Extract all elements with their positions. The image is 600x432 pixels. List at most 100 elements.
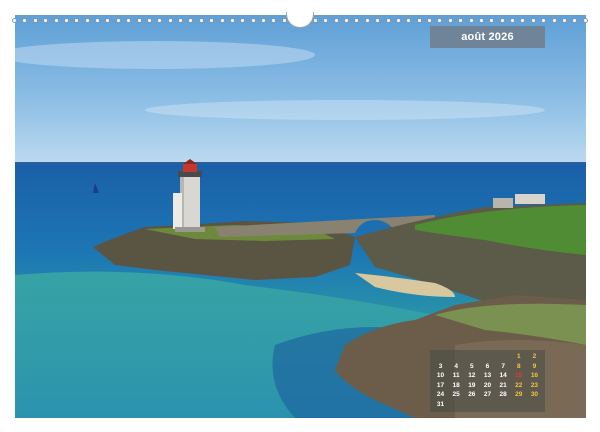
binding-ring [364, 17, 370, 23]
calendar-day [464, 352, 479, 362]
binding-ring [178, 17, 183, 23]
binding-ring [157, 17, 163, 23]
binding-ring [499, 17, 505, 23]
binding-ring [478, 17, 484, 23]
binding-ring [354, 17, 360, 23]
calendar-day: 25 [452, 391, 460, 398]
calendar-page: août 2026 1 2 3 4 5 6 7 8 9 10 11 12 13 14 15 16 17 18 19 2… [0, 0, 600, 432]
calendar-day [433, 352, 448, 362]
binding-ring [32, 17, 38, 23]
fort-building [493, 198, 513, 208]
binding-ring [520, 17, 526, 23]
binding-ring [53, 17, 59, 23]
binding-ring [510, 17, 515, 23]
calendar-day: 18 [452, 381, 460, 389]
binding-ring [167, 17, 173, 23]
binding-ring [136, 17, 142, 23]
calendar-day: 16 [530, 372, 539, 379]
month-label: août 2026 [430, 26, 545, 48]
calendar-day: 29 [515, 391, 523, 398]
binding-ring [458, 17, 464, 23]
binding-ring [126, 17, 132, 23]
calendar-day: 22 [515, 381, 523, 389]
binding-ring [219, 17, 225, 23]
calendar-day: 19 [468, 381, 476, 389]
binding-ring [541, 17, 547, 23]
calendar-day: 27 [483, 391, 492, 398]
calendar-day: 20 [483, 381, 492, 389]
binding-ring [582, 17, 588, 23]
binding-ring [312, 17, 318, 23]
calendar-day: 9 [532, 362, 537, 370]
binding-ring [375, 17, 381, 23]
binding-ring [115, 17, 121, 23]
calendar-day [511, 400, 526, 410]
calendar-day: 14 [499, 372, 507, 379]
binding-ring [250, 17, 256, 23]
calendar-day: 17 [436, 381, 445, 389]
binding-ring [395, 17, 401, 23]
calendar-week: 3 4 5 6 7 8 9 [433, 362, 542, 372]
binding-ring [530, 17, 536, 23]
calendar-day: 31 [436, 400, 445, 408]
binding-ring [561, 17, 567, 23]
calendar-day: 3 [438, 362, 443, 370]
calendar-day: 26 [468, 391, 476, 398]
binding-ring [427, 17, 432, 23]
calendar-day [480, 400, 495, 410]
calendar-day [480, 352, 495, 362]
binding-ring [572, 17, 578, 23]
calendar-day: 21 [499, 381, 507, 389]
binding-ring [261, 17, 266, 23]
binding-ring [344, 17, 349, 23]
calendar-day: 23 [530, 381, 539, 389]
calendar-day: 6 [485, 362, 490, 370]
binding-ring [12, 17, 17, 23]
calendar-day [449, 352, 464, 362]
calendar-day: 15 [515, 372, 523, 379]
binding-ring [323, 17, 329, 23]
binding-ring [240, 17, 246, 23]
lighthouse-lantern [183, 164, 197, 172]
calendar-day: 7 [501, 362, 505, 370]
calendar-day [496, 352, 511, 362]
binding-ring [63, 17, 69, 23]
binding-ring [551, 17, 557, 23]
calendar-day [496, 400, 511, 410]
binding-ring [209, 17, 215, 23]
calendar-week: 31 [433, 400, 542, 410]
calendar-day: 24 [436, 391, 445, 398]
calendar-day: 11 [452, 372, 460, 379]
binding-ring [333, 17, 339, 23]
binding-ring [146, 17, 152, 23]
calendar-week: 12 [433, 352, 542, 362]
binding-ring [447, 17, 453, 23]
binding-ring [188, 17, 194, 23]
binding-ring [43, 17, 49, 23]
binding-ring [385, 17, 391, 23]
calendar-day [527, 400, 542, 410]
calendar-day [464, 400, 479, 410]
calendar-day: 8 [516, 362, 521, 370]
binding-ring [95, 17, 100, 23]
binding-ring [468, 17, 474, 23]
calendar-day: 28 [499, 391, 507, 398]
calendar-day: 2 [532, 353, 537, 360]
binding-ring [437, 17, 443, 23]
binding-ring [416, 17, 422, 23]
binding-ring [406, 17, 412, 23]
calendar-day: 12 [468, 372, 476, 379]
calendar-day [449, 400, 464, 410]
calendar-day: 1 [516, 353, 521, 360]
calendar-day: 13 [483, 372, 492, 379]
binding-ring [84, 17, 90, 23]
binding-ring [229, 17, 235, 23]
calendar-week: 10 11 12 13 14 15 16 [433, 371, 542, 381]
calendar-day: 10 [436, 372, 445, 379]
binding-ring [271, 17, 277, 23]
binding-ring [74, 17, 80, 23]
binding-ring [489, 17, 495, 23]
calendar-day: 30 [530, 391, 539, 398]
calendar-day: 5 [470, 362, 474, 370]
calendar-week: 17 18 19 20 21 22 23 [433, 381, 542, 391]
